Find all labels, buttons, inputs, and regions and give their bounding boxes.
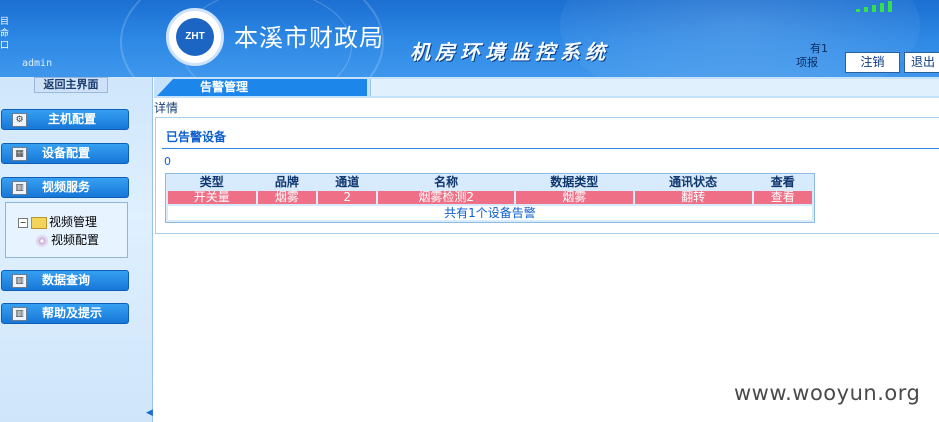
tree-node-video-config[interactable]: 视频配置 [36,231,99,248]
main-content: 告警管理 详情 已告警设备 0 类型 品牌 通道 名称 数据类型 通讯状态 查看 [154,77,939,422]
alarm-count-line1: 有1 [810,42,828,55]
tab-bar-filler [370,79,939,96]
table-row: 开关量 烟雾 2 烟雾检测2 烟雾 翻转 查看 [168,191,812,204]
sidebar-item-label: 数据查询 [42,273,91,287]
tab-label: 告警管理 [200,80,249,94]
gear-icon: ⚙ [12,113,27,127]
disc-icon [36,234,48,247]
sidebar-item-help[interactable]: ▥ 帮助及提示 [1,303,129,324]
alarm-count-line2: 项报 [796,56,818,69]
column-header: 类型 [199,175,224,189]
collapse-icon[interactable]: − [18,217,28,228]
video-service-tree: − 视频管理 视频配置 [5,202,128,258]
chart-icon: ▥ [12,307,27,321]
table-header-row: 类型 品牌 通道 名称 数据类型 通讯状态 查看 [168,176,812,189]
logout-button[interactable]: 注销 [845,52,900,73]
column-header: 名称 [434,175,459,189]
table-cell-name: 烟雾检测2 [378,191,514,204]
sidebar-item-device-config[interactable]: ▦ 设备配置 [1,143,129,164]
zero-indicator: 0 [164,155,171,168]
tree-node-video-management[interactable]: − 视频管理 [18,213,97,230]
back-to-main-button[interactable]: 返回主界面 [34,77,108,93]
sidebar-item-label: 帮助及提示 [42,306,103,320]
menu-icon[interactable]: 目 [0,18,9,27]
alarm-count-notice[interactable]: 有1 项报 [796,42,836,70]
chart-icon: ▥ [12,181,27,195]
table-cell-brand: 烟雾 [257,191,317,204]
quick-icons: 目 命 口 [0,18,12,54]
sidebar-item-label: 主机配置 [48,112,97,126]
tree-node-label: 视频配置 [51,233,100,247]
detail-link[interactable]: 详情 [154,99,178,116]
sidebar: 返回主界面 ⚙ 主机配置 ▦ 设备配置 ▥ 视频服务 − 视频管理 视频配置 ▥ … [0,77,153,422]
tree-node-label: 视频管理 [49,215,98,229]
table-cell-channel: 2 [318,191,377,204]
divider [162,148,939,149]
view-link[interactable]: 查看 [753,191,812,204]
sidebar-item-label: 设备配置 [42,146,91,160]
table-cell-data-type: 烟雾 [515,191,633,204]
chart-icon: ▥ [12,274,27,288]
logo: ZHT [166,8,224,66]
column-header: 数据类型 [550,175,599,189]
tab-alarm-management[interactable]: 告警管理 [157,79,367,96]
tab-bar: 告警管理 [154,77,939,98]
window-icon[interactable]: 口 [0,42,9,51]
column-header: 品牌 [274,175,299,189]
column-header: 通讯状态 [669,175,718,189]
sidebar-item-label: 视频服务 [42,180,91,194]
sidebar-item-host-config[interactable]: ⚙ 主机配置 [1,109,129,130]
panel-title: 已告警设备 [166,130,227,144]
column-header: 通道 [335,175,360,189]
alarm-summary: 共有1个设备告警 [168,206,812,220]
exit-button[interactable]: 退出 [904,52,939,73]
sidebar-item-data-query[interactable]: ▥ 数据查询 [1,270,129,291]
current-user: admin [22,58,53,69]
alarmed-devices-panel: 已告警设备 0 类型 品牌 通道 名称 数据类型 通讯状态 查看 开关量 烟雾 … [155,117,939,234]
signal-icon [856,0,906,12]
collapse-sidebar-icon[interactable]: ◀ [146,408,153,418]
table-cell-comm-status: 翻转 [634,191,752,204]
device-icon: ▦ [12,147,27,161]
column-header: 查看 [770,175,795,189]
table-cell-type: 开关量 [168,191,256,204]
alarm-table: 类型 品牌 通道 名称 数据类型 通讯状态 查看 开关量 烟雾 2 烟雾检测2 [165,173,815,223]
home-icon[interactable]: 命 [0,30,9,39]
folder-icon [31,216,47,229]
logo-mark: ZHT [176,18,214,56]
table-footer-row: 共有1个设备告警 [168,206,812,220]
organization-name: 本溪市财政局 [234,24,384,52]
system-name: 机房环境监控系统 [410,40,610,64]
header-banner: 目 命 口 admin ZHT 本溪市财政局 机房环境监控系统 有1 项报 注销… [0,0,939,77]
watermark: www.wooyun.org [734,381,921,405]
sidebar-item-video-service[interactable]: ▥ 视频服务 [1,177,129,198]
